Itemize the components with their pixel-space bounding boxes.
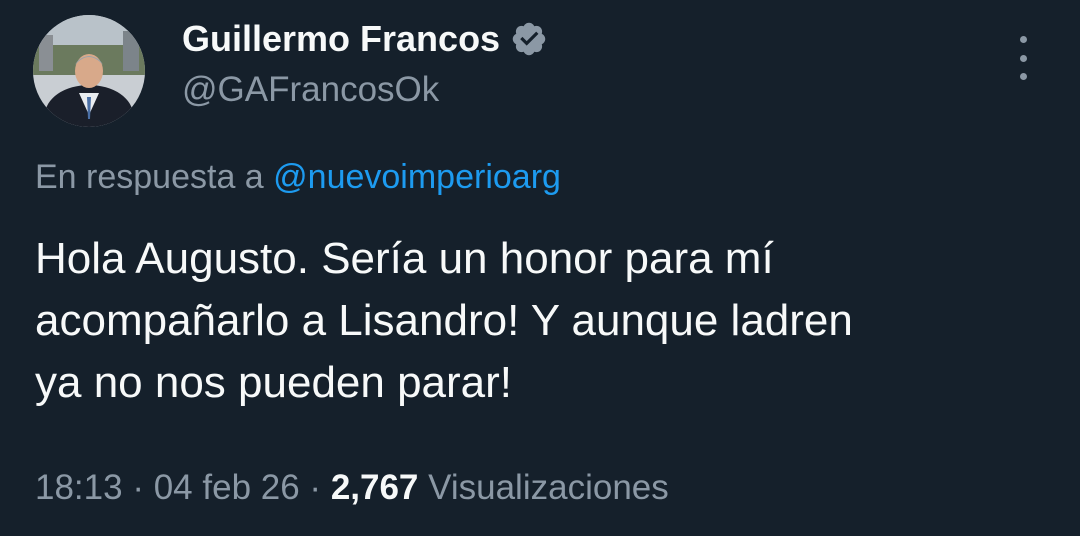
meta-separator: · [309,468,322,507]
tweet-meta: 18:13 · 04 feb 26 · 2,767 Visualizacione… [35,468,669,508]
meta-separator: · [132,468,144,507]
tweet-line: acompañarlo a Lisandro! Y aunque ladren [35,296,853,345]
reply-context: En respuesta a @nuevoimperioarg [35,158,561,197]
more-dot [1019,73,1027,80]
author-handle[interactable]: @GAFrancosOk [182,70,439,110]
reply-to-handle-link[interactable]: @nuevoimperioarg [273,158,561,196]
tweet-time[interactable]: 18:13 [35,468,123,507]
avatar-photo [33,15,145,127]
tweet-line: Hola Augusto. Sería un honor para mí [35,234,774,283]
more-dot [1019,54,1027,62]
views-count[interactable]: 2,767 [331,468,419,507]
more-vertical-icon[interactable] [1008,36,1038,80]
author-name-row[interactable]: Guillermo Francos [182,18,548,60]
more-dot [1019,36,1027,43]
reply-prefix: En respuesta a [35,158,264,196]
author-display-name[interactable]: Guillermo Francos [182,18,500,60]
tweet-text: Hola Augusto. Sería un honor para mí aco… [35,228,1045,414]
verified-badge-icon[interactable] [510,20,548,58]
views-label[interactable]: Visualizaciones [428,468,669,507]
author-avatar[interactable] [33,15,145,127]
tweet-date[interactable]: 04 feb 26 [154,468,300,507]
tweet-line: ya no nos pueden parar! [35,358,513,407]
